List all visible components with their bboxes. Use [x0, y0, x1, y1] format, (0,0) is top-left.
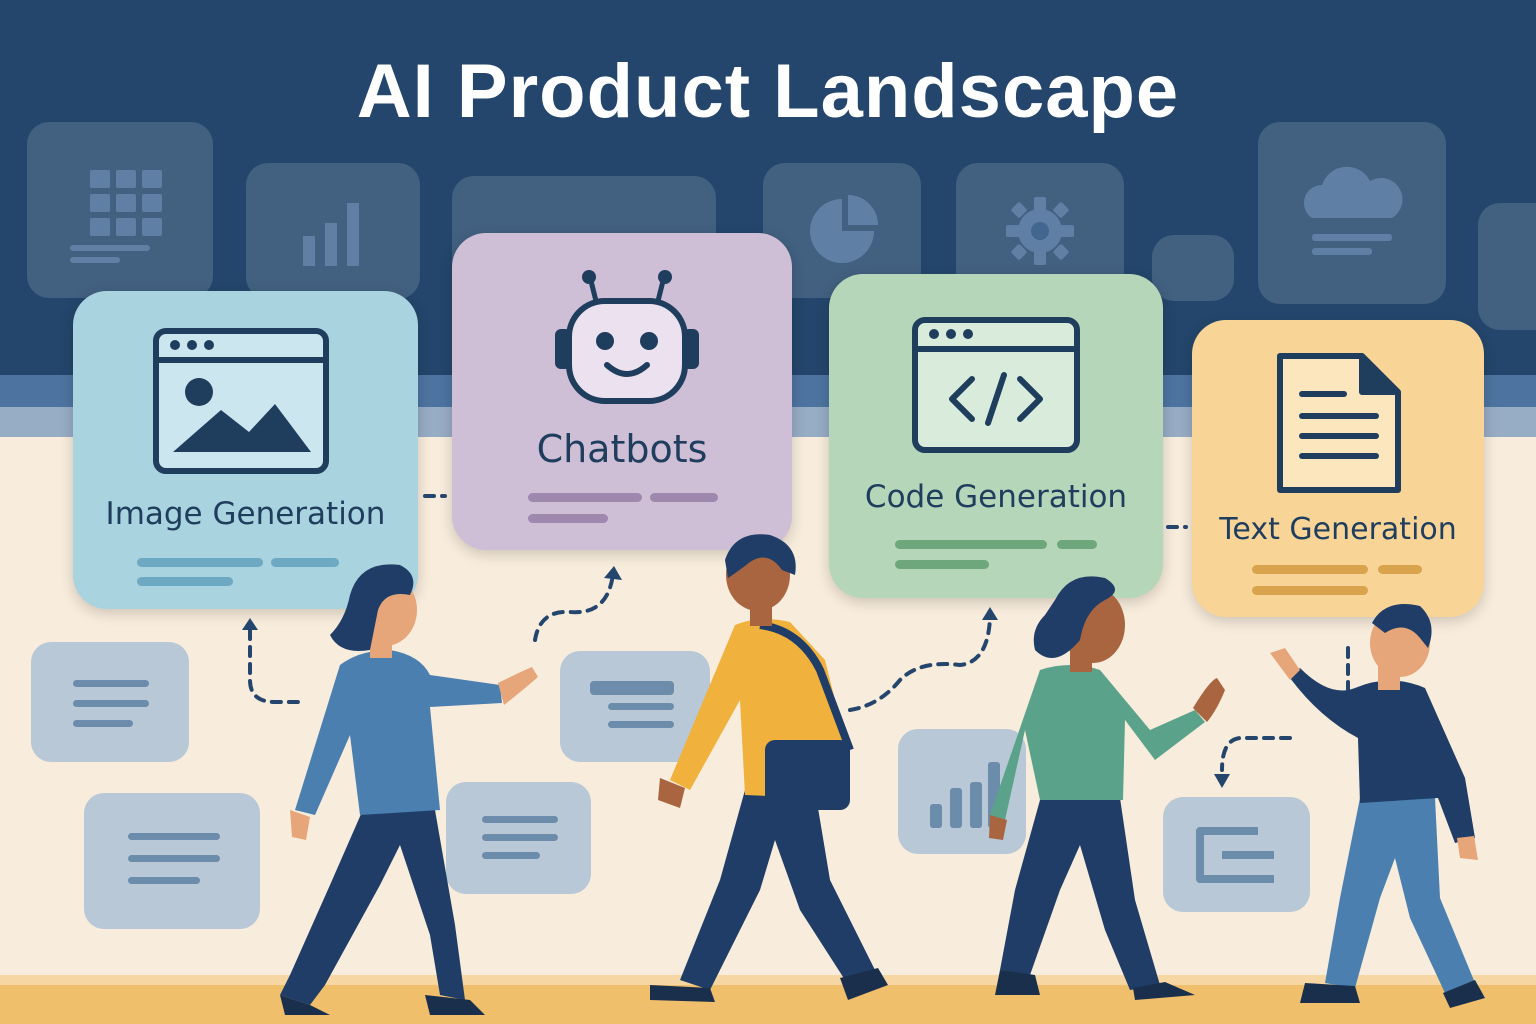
- person-man-yellow: [650, 534, 888, 1002]
- person-man-navy: [1270, 604, 1485, 1008]
- person-woman-blue: [280, 564, 538, 1015]
- person-woman-green: [989, 576, 1225, 1000]
